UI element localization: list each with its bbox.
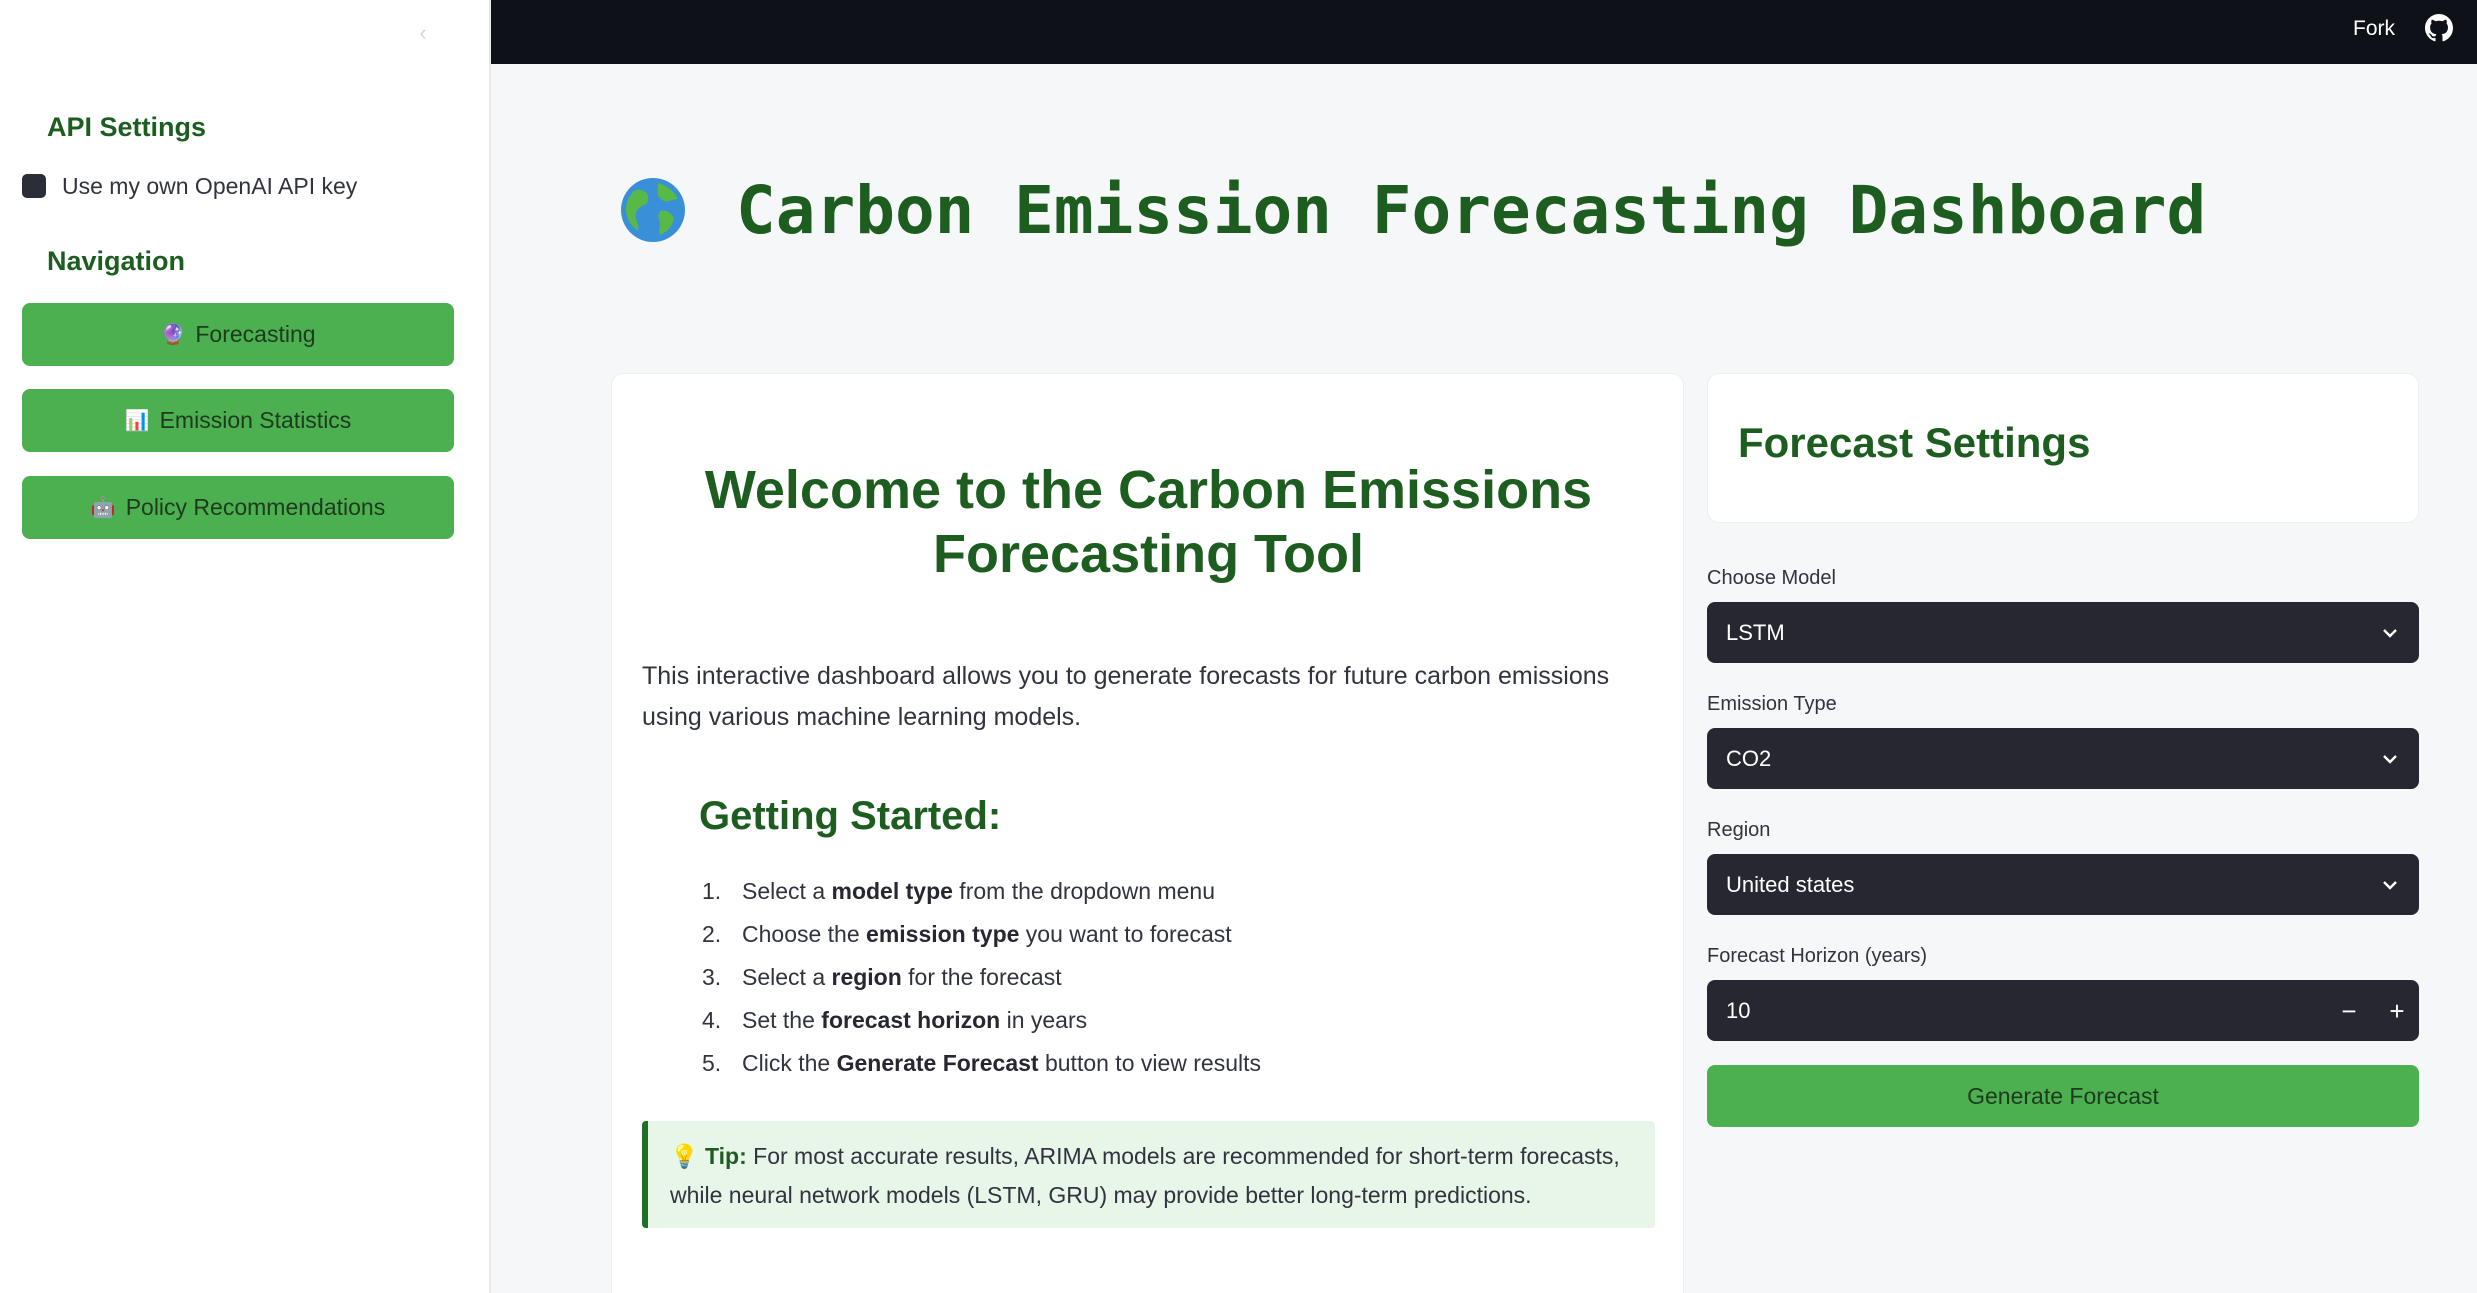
api-key-checkbox-label: Use my own OpenAI API key: [62, 172, 358, 199]
region-label: Region: [1707, 819, 1771, 841]
api-key-checkbox-row[interactable]: Use my own OpenAI API key: [22, 170, 357, 202]
page-title: Carbon Emission Forecasting Dashboard: [736, 171, 2207, 249]
list-item: 1. Select a model type from the dropdown …: [702, 878, 1216, 904]
nav-forecasting-label: Forecasting: [195, 321, 316, 347]
sidebar: ‹ API Settings Use my own OpenAI API key…: [0, 0, 491, 1293]
sidebar-collapse-icon[interactable]: ‹: [410, 20, 436, 46]
getting-started-heading: Getting Started:: [699, 794, 1002, 838]
chevron-down-icon: [2383, 881, 2397, 890]
decrement-button[interactable]: −: [2331, 994, 2367, 1028]
bar-chart-icon: 📊: [124, 410, 150, 432]
model-select-value: LSTM: [1726, 619, 1785, 645]
emission-type-select[interactable]: CO2: [1707, 728, 2419, 789]
nav-policy-recommendations-button[interactable]: 🤖 Policy Recommendations: [22, 476, 454, 539]
robot-icon: 🤖: [90, 497, 116, 519]
forecast-horizon-label: Forecast Horizon (years): [1707, 945, 1928, 967]
tip-text: For most accurate results, ARIMA models …: [670, 1143, 1620, 1208]
nav-forecasting-button[interactable]: 🔮 Forecasting: [22, 303, 454, 366]
steps-list: 1. Select a model type from the dropdown …: [702, 870, 1261, 1085]
welcome-title-line1: Welcome to the Carbon Emissions: [704, 460, 1593, 520]
choose-model-label: Choose Model: [1707, 567, 1836, 589]
crystal-ball-icon: 🔮: [160, 324, 186, 346]
top-bar: Fork: [491, 0, 2477, 64]
intro-text: This interactive dashboard allows you to…: [642, 662, 1610, 731]
emission-type-label: Emission Type: [1707, 693, 1837, 715]
nav-emission-statistics-button[interactable]: 📊 Emission Statistics: [22, 389, 454, 452]
globe-icon: [621, 178, 685, 242]
forecast-settings-card: Forecast Settings: [1707, 373, 2419, 523]
fork-link[interactable]: Fork: [2353, 17, 2395, 41]
api-settings-heading: API Settings: [47, 112, 207, 142]
list-item: 5. Click the Generate Forecast button to …: [702, 1050, 1262, 1076]
model-select[interactable]: LSTM: [1707, 602, 2419, 663]
region-select-value: United states: [1726, 871, 1855, 897]
forecast-horizon-value[interactable]: 10: [1726, 998, 1750, 1024]
nav-policy-recommendations-label: Policy Recommendations: [125, 494, 386, 520]
lightbulb-icon: 💡: [670, 1143, 699, 1169]
welcome-title-line2: Forecasting Tool: [932, 524, 1365, 584]
chevron-down-icon: [2383, 755, 2397, 764]
welcome-title: Welcome to the Carbon Emissions Forecast…: [612, 458, 1685, 586]
api-key-checkbox[interactable]: [22, 174, 46, 198]
region-select[interactable]: United states: [1707, 854, 2419, 915]
chevron-down-icon: [2383, 629, 2397, 638]
tip-label: Tip:: [705, 1143, 747, 1169]
navigation-heading: Navigation: [47, 246, 186, 276]
list-item: 2. Choose the emission type you want to f…: [702, 921, 1232, 947]
forecast-horizon-input[interactable]: 10 − +: [1707, 980, 2419, 1041]
list-item: 4. Set the forecast horizon in years: [702, 1007, 1088, 1033]
list-item: 3. Select a region for the forecast: [702, 964, 1062, 990]
github-icon[interactable]: [2425, 14, 2453, 42]
forecast-settings-title: Forecast Settings: [1738, 419, 2091, 466]
tip-box: 💡 Tip: For most accurate results, ARIMA …: [642, 1121, 1655, 1228]
welcome-card: Welcome to the Carbon Emissions Forecast…: [611, 373, 1684, 1293]
generate-forecast-button[interactable]: Generate Forecast: [1707, 1065, 2419, 1127]
emission-type-select-value: CO2: [1726, 745, 1772, 771]
page-title-row: Carbon Emission Forecasting Dashboard: [620, 170, 2206, 250]
nav-emission-statistics-label: Emission Statistics: [159, 407, 352, 433]
increment-button[interactable]: +: [2379, 994, 2415, 1028]
